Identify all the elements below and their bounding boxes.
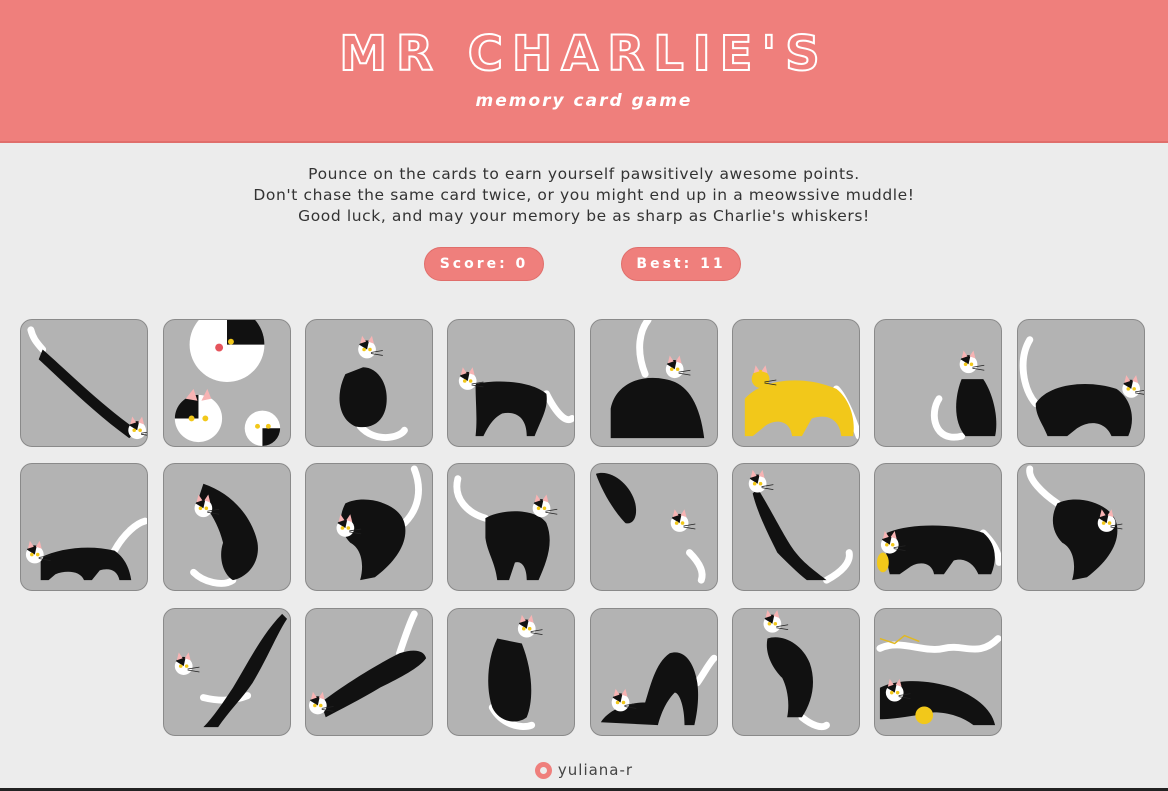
cat-illustration	[1026, 465, 1123, 581]
instructions: Pounce on the cards to earn yourself paw…	[0, 164, 1168, 227]
page-title: MR CHARLIE'S	[338, 25, 829, 83]
card-cat-crouching-right[interactable]	[1017, 319, 1145, 447]
card-cat-standing-front[interactable]	[447, 463, 575, 591]
cat-illustration	[453, 475, 558, 581]
card-cat-stretching-diagonal[interactable]	[20, 319, 148, 447]
card-cat-stretching-bow[interactable]	[590, 608, 718, 736]
instructions-line-3: Good luck, and may your memory be as sha…	[298, 207, 870, 225]
card-cat-sitting-back[interactable]	[305, 319, 433, 447]
cat-illustration	[744, 365, 859, 440]
card-cat-leaping[interactable]	[305, 608, 433, 736]
cat-illustration	[458, 367, 574, 437]
card-cat-fish-walking[interactable]	[874, 463, 1002, 591]
github-username-link[interactable]: yuliana-r	[558, 761, 633, 779]
cat-illustration	[876, 634, 1001, 726]
score-badge: Score: 0	[424, 247, 544, 281]
header-banner: MR CHARLIE'S memory card game	[0, 0, 1168, 143]
card-cat-pouncing-pair[interactable]	[590, 463, 718, 591]
instructions-line-1: Pounce on the cards to earn yourself paw…	[308, 165, 860, 183]
card-cat-belly-up-bell[interactable]	[305, 463, 433, 591]
github-icon[interactable]	[534, 761, 552, 779]
card-cat-loaf-tail-up[interactable]	[590, 319, 718, 447]
cat-illustration	[595, 472, 706, 584]
card-cat-rolling[interactable]	[163, 463, 291, 591]
card-cat-belly-up-bell-2[interactable]	[1017, 463, 1145, 591]
cat-illustration	[27, 326, 147, 440]
cat-illustration	[174, 320, 281, 446]
cat-illustration	[488, 614, 543, 730]
cat-illustration	[930, 350, 997, 441]
cat-illustration	[336, 465, 422, 581]
page-subtitle: memory card game	[475, 91, 693, 111]
cat-illustration	[1019, 336, 1144, 437]
card-cat-sitting-small[interactable]	[874, 319, 1002, 447]
cat-illustration	[190, 483, 258, 587]
cat-illustration	[308, 610, 427, 718]
card-cat-jumping-pair[interactable]	[163, 608, 291, 736]
cat-illustration	[339, 335, 408, 441]
card-cat-standing-paws[interactable]	[732, 608, 860, 736]
card-cat-walking-left[interactable]	[447, 319, 575, 447]
card-cat-yarn-ball[interactable]	[874, 608, 1002, 736]
card-cat-reaching-up[interactable]	[732, 463, 860, 591]
card-cat-faces-trio[interactable]	[163, 319, 291, 447]
cat-illustration	[763, 609, 830, 731]
cat-illustration	[25, 517, 147, 581]
card-cat-yellow-walking[interactable]	[732, 319, 860, 447]
card-cat-walking-long[interactable]	[20, 463, 148, 591]
cat-illustration	[748, 469, 853, 584]
cat-illustration	[600, 652, 717, 726]
best-score-badge: Best: 11	[621, 247, 741, 281]
cat-illustration	[876, 525, 1001, 575]
footer[interactable]: yuliana-r	[0, 761, 1168, 779]
cat-illustration	[610, 320, 705, 439]
cat-illustration	[174, 613, 288, 728]
instructions-line-2: Don't chase the same card twice, or you …	[253, 186, 915, 204]
card-cat-sitting-front[interactable]	[447, 608, 575, 736]
